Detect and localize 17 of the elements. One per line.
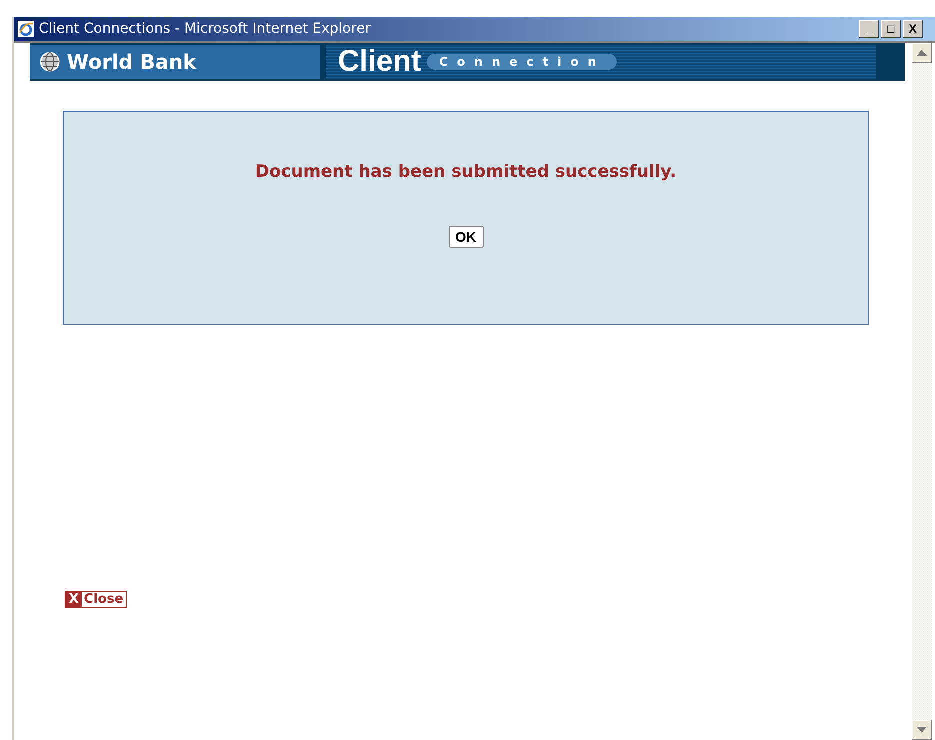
success-message: Document has been submitted successfully.: [255, 162, 677, 182]
window-control-button[interactable]: _: [859, 20, 879, 38]
globe-icon: [40, 52, 60, 72]
brand-title: Client: [338, 45, 422, 79]
window-control-button[interactable]: X: [903, 20, 923, 38]
bank-name: World Bank: [67, 50, 196, 74]
window-control-button[interactable]: □: [881, 20, 901, 38]
brand-tagline: Connection: [427, 54, 618, 70]
arrow-down-icon: [917, 727, 927, 733]
close-link[interactable]: X Close: [65, 591, 127, 608]
scroll-down-button[interactable]: [912, 720, 932, 740]
ok-button[interactable]: OK: [448, 226, 484, 248]
window-title: Client Connections - Microsoft Internet Explorer: [39, 21, 372, 37]
scroll-up-button[interactable]: [912, 43, 932, 63]
arrow-up-icon: [917, 50, 927, 56]
browser-icon: [17, 20, 35, 38]
scrollbar[interactable]: [912, 43, 932, 740]
